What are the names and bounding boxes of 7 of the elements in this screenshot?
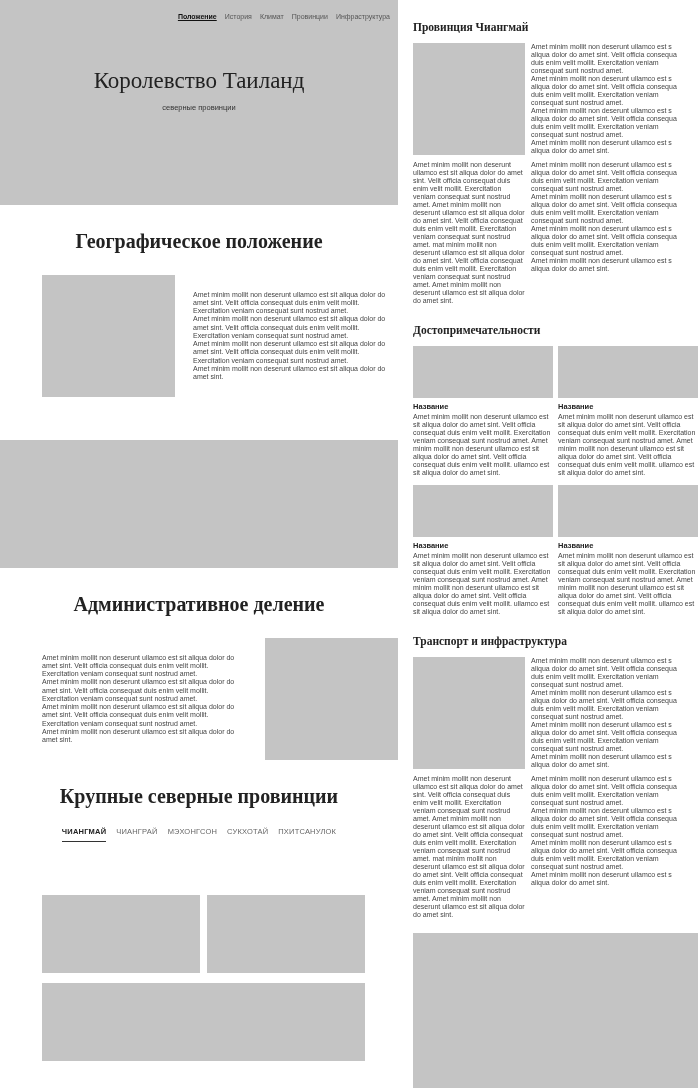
section-heading: Географическое положение: [74, 229, 324, 253]
section-heading: Достопримечательности: [413, 323, 542, 337]
section-heading: Провинция Чиангмай: [413, 20, 530, 34]
section-heading: Административное деление: [72, 592, 326, 616]
section-heading: Крупные северные провинции: [58, 784, 340, 808]
page-title: Королевство Таиланд: [93, 68, 305, 94]
section-heading: Транспорт и инфраструктура: [413, 634, 568, 648]
